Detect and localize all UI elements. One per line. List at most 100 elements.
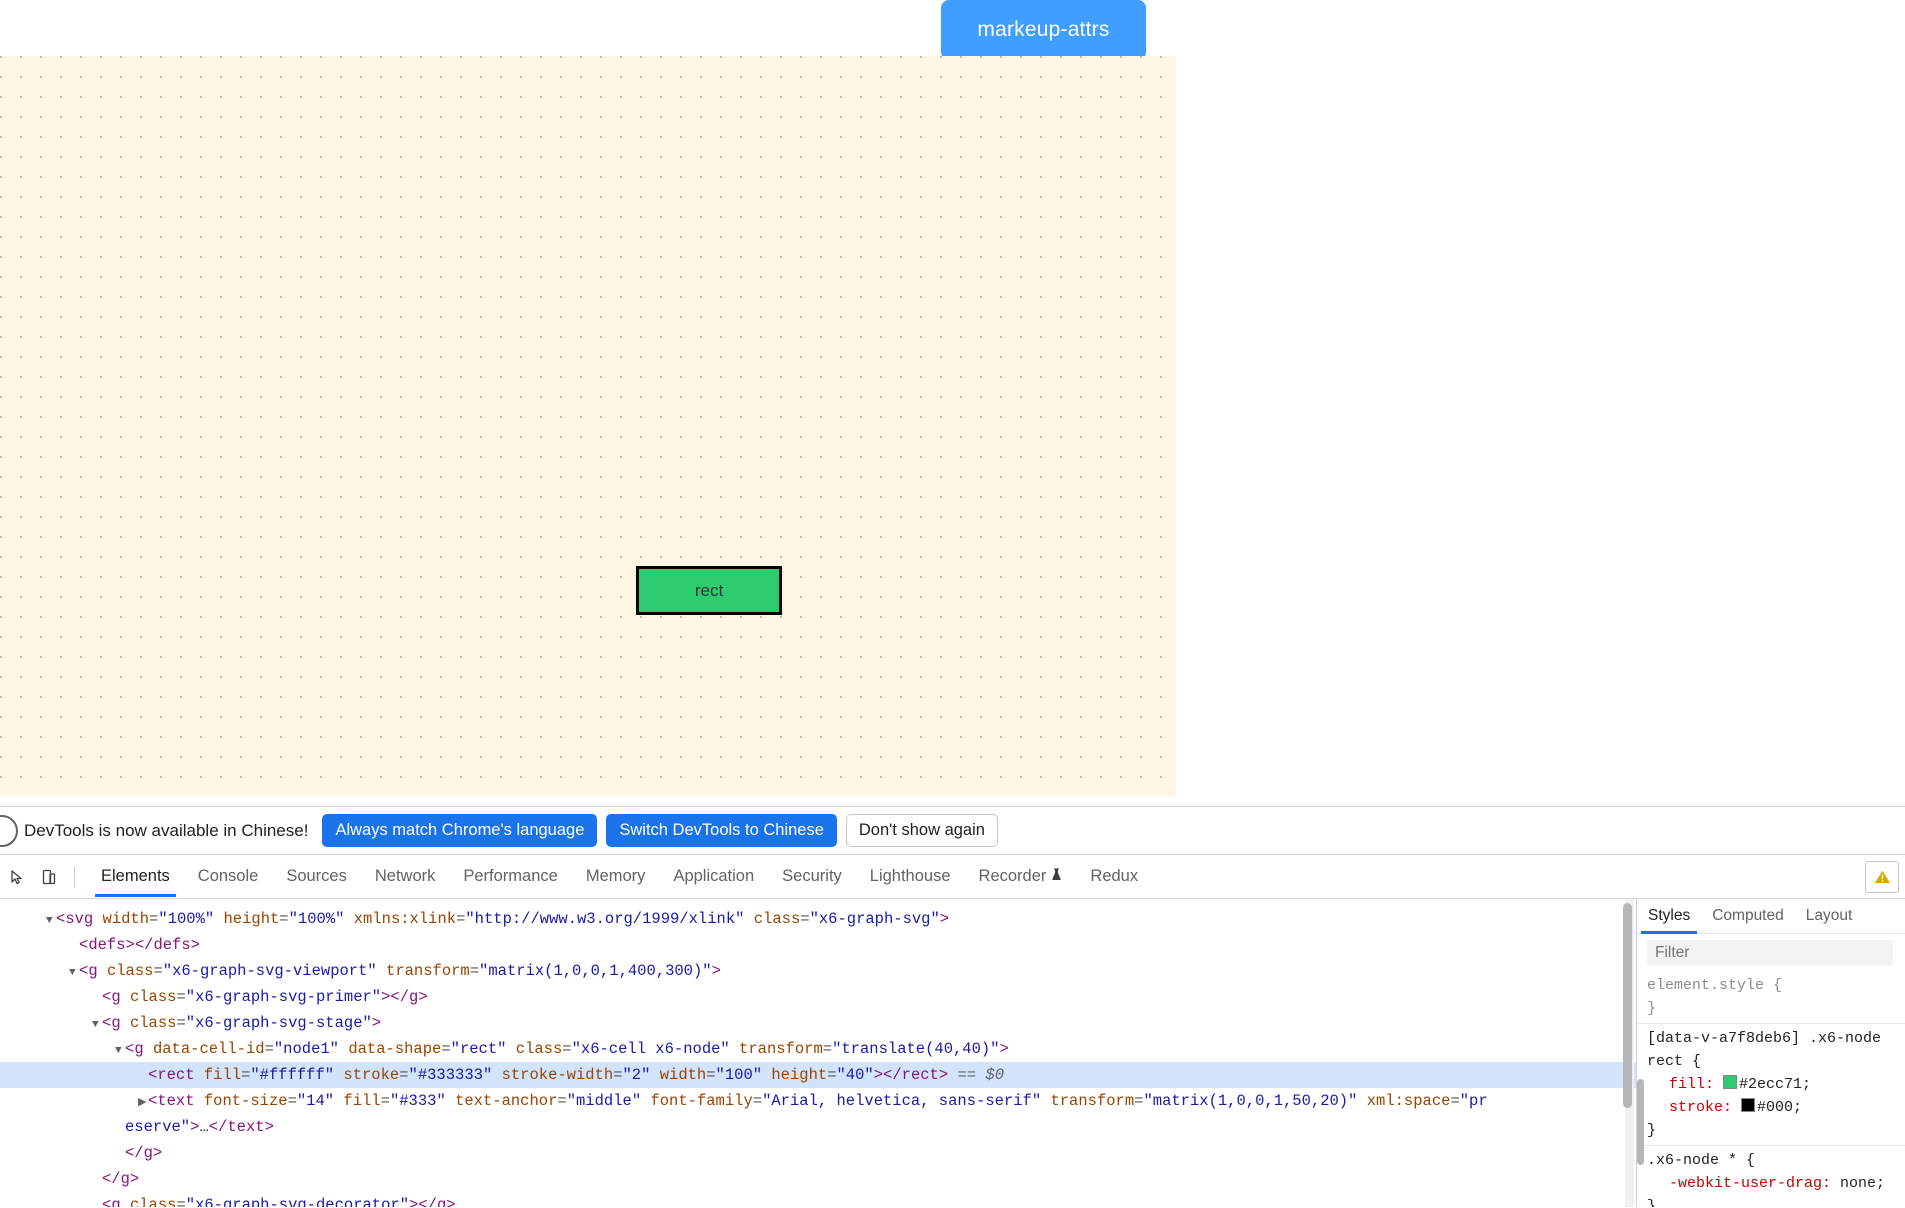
tab-redux[interactable]: Redux bbox=[1076, 858, 1152, 896]
dom-token-eq: = bbox=[752, 1092, 763, 1110]
tab-network[interactable]: Network bbox=[361, 858, 450, 896]
expand-triangle-closed-icon[interactable]: ▶ bbox=[138, 1090, 148, 1116]
dom-token-val: "middle" bbox=[566, 1092, 642, 1110]
css-declaration[interactable]: fill: #2ecc71; bbox=[1647, 1073, 1905, 1096]
always-match-language-button[interactable]: Always match Chrome's language bbox=[322, 813, 598, 848]
dom-token-val: "translate(40,40)" bbox=[832, 1040, 1000, 1058]
expand-triangle-open-icon[interactable]: ▼ bbox=[46, 908, 56, 934]
dom-tree-line[interactable]: </g> bbox=[0, 1140, 1636, 1166]
dom-tree-line[interactable]: <defs></defs> bbox=[0, 932, 1636, 958]
css-rule-close-brace: } bbox=[1647, 1198, 1657, 1207]
inspect-element-icon[interactable] bbox=[2, 862, 32, 892]
tab-console-label: Console bbox=[197, 866, 259, 885]
dom-token-val: "40" bbox=[836, 1066, 874, 1084]
css-declaration[interactable]: stroke: #000; bbox=[1647, 1096, 1905, 1119]
dom-tree[interactable]: ▼ <svg width="100%" height="100%" xmlns:x… bbox=[0, 899, 1636, 1207]
tab-application[interactable]: Application bbox=[659, 858, 768, 896]
dom-token-tag: defs bbox=[88, 936, 126, 954]
tab-layout[interactable]: Layout bbox=[1795, 900, 1864, 933]
dom-token-eq: = bbox=[279, 910, 289, 928]
styles-sidebar: Styles Computed Layout element.style {}[… bbox=[1636, 899, 1905, 1207]
dom-token-txt bbox=[446, 1092, 455, 1110]
dom-token-punct: > bbox=[371, 1014, 382, 1032]
dom-token-val: "x6-graph-svg-stage" bbox=[185, 1014, 372, 1032]
device-toolbar-icon[interactable] bbox=[34, 862, 64, 892]
tab-computed[interactable]: Computed bbox=[1701, 900, 1795, 933]
dom-token-punct: < bbox=[79, 936, 89, 954]
tab-recorder[interactable]: Recorder bbox=[965, 858, 1077, 896]
info-icon bbox=[0, 814, 18, 847]
dom-token-punct: < bbox=[148, 1066, 158, 1084]
dom-tree-line-selected[interactable]: <rect fill="#ffffff" stroke="#333333" st… bbox=[0, 1062, 1636, 1088]
x6-graph-canvas[interactable]: rect bbox=[0, 56, 1176, 796]
dom-scrollbar-track[interactable] bbox=[1623, 899, 1634, 1207]
dom-token-punct: > bbox=[711, 962, 721, 980]
css-rule-block[interactable]: element.style {} bbox=[1637, 971, 1905, 1024]
tab-sources[interactable]: Sources bbox=[272, 858, 361, 896]
dom-token-eq: = bbox=[176, 1014, 186, 1032]
dom-tree-line[interactable]: ▼ <g class="x6-graph-svg-viewport" transf… bbox=[0, 958, 1636, 984]
markup-attrs-button[interactable]: markeup-attrs bbox=[941, 0, 1146, 60]
dom-token-tag: text bbox=[157, 1092, 195, 1110]
dom-token-tag: g bbox=[111, 988, 121, 1006]
color-swatch-icon[interactable] bbox=[1741, 1098, 1756, 1112]
expand-triangle-open-icon[interactable]: ▼ bbox=[92, 1012, 102, 1038]
tab-layout-label: Layout bbox=[1805, 906, 1853, 924]
dom-token-eq: = bbox=[176, 988, 186, 1006]
dom-token-punct: </ bbox=[134, 936, 154, 954]
dom-token-txt bbox=[121, 1196, 130, 1207]
css-rule-block[interactable]: [data-v-a7f8deb6] .x6-node rect { fill: #… bbox=[1637, 1024, 1905, 1146]
dom-tree-line[interactable]: </g> bbox=[0, 1166, 1636, 1192]
dom-tree-line[interactable]: <g class="x6-graph-svg-primer"></g> bbox=[0, 984, 1636, 1010]
tab-memory[interactable]: Memory bbox=[572, 858, 660, 896]
css-declaration[interactable]: -webkit-user-drag: none; bbox=[1647, 1172, 1905, 1195]
dom-token-eq: = bbox=[241, 1066, 251, 1084]
dom-tree-line[interactable]: <g class="x6-graph-svg-decorator"></g> bbox=[0, 1192, 1636, 1207]
css-rule-close-brace: } bbox=[1647, 1122, 1657, 1139]
switch-to-chinese-button[interactable]: Switch DevTools to Chinese bbox=[606, 813, 837, 848]
tab-elements[interactable]: Elements bbox=[87, 858, 184, 897]
dom-tree-line[interactable]: ▼ <g data-cell-id="node1" data-shape="rec… bbox=[0, 1036, 1636, 1062]
tab-styles[interactable]: Styles bbox=[1637, 900, 1701, 934]
dom-token-eq: = bbox=[706, 1066, 716, 1084]
dom-token-attr: class bbox=[753, 910, 801, 928]
expand-triangle-open-icon[interactable]: ▼ bbox=[69, 960, 79, 986]
dont-show-again-button[interactable]: Don't show again bbox=[845, 813, 998, 848]
devtools-panel: DevTools is now available in Chinese! Al… bbox=[0, 806, 1905, 1208]
dom-scrollbar-thumb[interactable] bbox=[1623, 903, 1632, 1108]
dom-token-tag: g bbox=[409, 988, 419, 1006]
dom-tree-line[interactable]: ▼ <svg width="100%" height="100%" xmlns:x… bbox=[0, 906, 1636, 932]
styles-filter-input[interactable] bbox=[1647, 940, 1893, 965]
dom-token-eq: = bbox=[469, 962, 480, 980]
dom-token-attr: fill bbox=[203, 1066, 242, 1084]
dom-token-txt bbox=[650, 1066, 659, 1084]
styles-scrollbar-track[interactable] bbox=[1637, 969, 1644, 1207]
dom-token-val: "Arial, helvetica, sans-serif" bbox=[762, 1092, 1042, 1110]
dom-token-txt bbox=[506, 1040, 515, 1058]
dom-token-txt: … bbox=[199, 1118, 209, 1136]
dom-tree-line[interactable]: ▼ <g class="x6-graph-svg-stage"> bbox=[0, 1010, 1636, 1036]
dom-token-punct: </ bbox=[208, 1118, 228, 1136]
warnings-button[interactable] bbox=[1865, 861, 1899, 893]
dom-token-attr: stroke bbox=[343, 1066, 400, 1084]
styles-scrollbar-thumb[interactable] bbox=[1637, 1079, 1644, 1165]
dom-token-attr: width bbox=[659, 1066, 707, 1084]
tab-console[interactable]: Console bbox=[184, 858, 273, 896]
graph-node-rect[interactable]: rect bbox=[636, 566, 782, 615]
dom-token-txt bbox=[195, 1092, 204, 1110]
tab-lighthouse[interactable]: Lighthouse bbox=[856, 858, 965, 896]
css-rule-block[interactable]: .x6-node * {-webkit-user-drag: none;} bbox=[1637, 1146, 1905, 1207]
tab-security[interactable]: Security bbox=[768, 858, 856, 896]
expand-triangle-open-icon[interactable]: ▼ bbox=[115, 1038, 125, 1064]
dom-token-tag: rect bbox=[157, 1066, 195, 1084]
color-swatch-icon[interactable] bbox=[1723, 1075, 1738, 1089]
tab-memory-label: Memory bbox=[585, 866, 646, 885]
tab-recorder-label: Recorder bbox=[978, 866, 1047, 885]
tab-performance[interactable]: Performance bbox=[449, 858, 571, 896]
dom-tree-line[interactable]: eserve">…</text> bbox=[0, 1114, 1636, 1140]
dom-token-tag: g bbox=[111, 1196, 121, 1207]
css-selector: [data-v-a7f8deb6] .x6-node rect { bbox=[1647, 1030, 1882, 1070]
dom-tree-line[interactable]: ▶<text font-size="14" fill="#333" text-a… bbox=[0, 1088, 1636, 1114]
